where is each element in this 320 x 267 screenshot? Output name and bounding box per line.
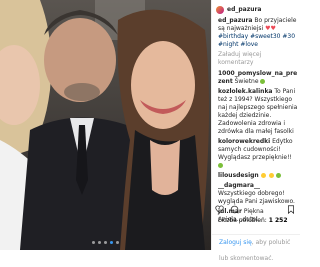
post-actions <box>215 205 295 214</box>
carousel-indicator <box>0 241 211 244</box>
header-username[interactable]: ed_pazura <box>227 6 261 14</box>
comment-username[interactable]: lilousdesign <box>218 172 259 179</box>
heart-emoji-icon: ♥♥ <box>265 25 276 32</box>
instagram-post: ed_pazura ed_pazura Bo przyjaciele są na… <box>0 0 301 262</box>
carousel-dot-active[interactable] <box>110 241 113 244</box>
carousel-dot[interactable] <box>98 241 101 244</box>
caption-hashtags[interactable]: #birthday #sweet30 #30 #night #love <box>218 33 295 48</box>
login-prompt: Zaloguj się, aby polubić lub skomentować… <box>211 234 300 262</box>
likes-number: 1 252 <box>268 217 288 224</box>
post-caption: ed_pazura Bo przyjaciele są najważniejsi… <box>218 17 298 49</box>
heart-emoji-icon <box>276 173 282 178</box>
comment: 1000_pomyslow_na_prezent Świetne <box>218 70 298 86</box>
carousel-dot[interactable] <box>92 241 95 244</box>
avatar[interactable] <box>216 6 224 14</box>
heart-emoji-icon <box>260 79 266 84</box>
comments-section: ed_pazura Bo przyjaciele są najważniejsi… <box>212 17 301 224</box>
comment: kolorowekredki Edytko samych cudowności!… <box>218 138 298 170</box>
likes-label: Liczba polubień: <box>218 217 267 224</box>
carousel-dot[interactable] <box>104 241 107 244</box>
comment-text: To Pani też z 1994? Wszystkiego naj najl… <box>218 88 298 135</box>
sparkle-emoji-icon <box>218 163 223 168</box>
comment-username[interactable]: kozlolek.kalinka <box>218 88 272 95</box>
comment-username[interactable]: kolorowekredki <box>218 138 270 145</box>
smile-emoji-icon <box>260 173 266 178</box>
comment: kozlolek.kalinka To Pani też z 1994? Wsz… <box>218 88 298 136</box>
comment-username[interactable]: __dagmara__ <box>218 182 260 189</box>
likes-count[interactable]: Liczba polubień: 1 252 <box>218 217 288 225</box>
bookmark-icon[interactable] <box>287 205 295 214</box>
carousel-dot[interactable] <box>116 241 119 244</box>
comment-text: Świetne <box>234 78 259 85</box>
post-photo[interactable] <box>0 0 211 250</box>
caption-username[interactable]: ed_pazura <box>218 17 252 24</box>
smile-emoji-icon <box>268 173 274 178</box>
comment-text: Wszystkiego dobrego! wygląda Pani zjawis… <box>218 190 295 205</box>
comment-icon[interactable] <box>230 205 239 214</box>
like-heart-icon[interactable] <box>215 205 224 214</box>
comment: lilousdesign <box>218 172 298 180</box>
login-link[interactable]: Zaloguj się <box>219 239 252 246</box>
photo-image <box>0 0 211 250</box>
post-header: ed_pazura <box>212 0 301 17</box>
comment: __dagmara__ Wszystkiego dobrego! wygląda… <box>218 182 298 206</box>
load-more-comments[interactable]: Załaduj więcej komentarzy <box>218 51 298 67</box>
